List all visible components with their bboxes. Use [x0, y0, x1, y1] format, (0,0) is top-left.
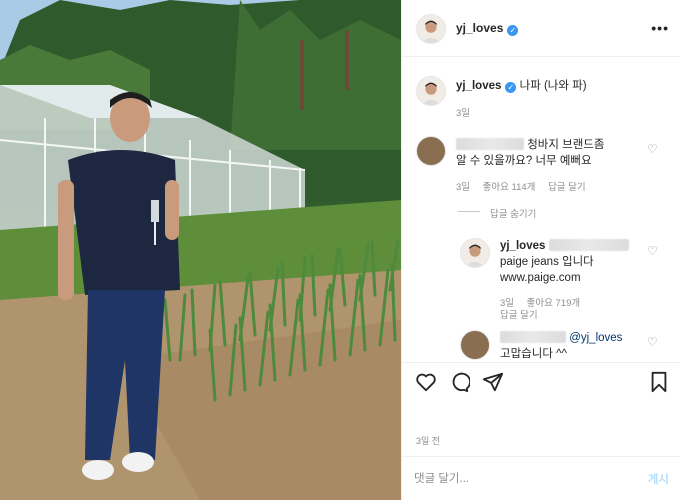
post-date: 3일 전 [416, 436, 441, 446]
caption-time: 3일 [456, 108, 471, 119]
comment-like-heart-icon[interactable]: ♡ [647, 142, 658, 156]
author-avatar[interactable] [416, 14, 446, 44]
verified-badge-icon: ✓ [505, 82, 517, 93]
hide-replies-button[interactable]: 답글 숨기기 [490, 206, 536, 220]
author-username[interactable]: yj_loves ✓ [456, 21, 519, 36]
reply-author-avatar[interactable] [460, 238, 490, 268]
reply-1-reply[interactable]: 답글 달기 [500, 307, 538, 321]
post-photo [0, 0, 401, 500]
comment-1: 청바지 브랜드좀 알 수 있을까요? 너무 예뻐요 [456, 137, 606, 169]
comment-1-time: 3일 [456, 182, 471, 193]
post-comment-button[interactable]: 게시 [648, 471, 669, 487]
caption-username[interactable]: yj_loves [456, 80, 501, 92]
comment-1-reply[interactable]: 답글 달기 [548, 182, 586, 193]
comments-list: yj_loves ✓ 나파 (나와 파) 3일 청바지 브랜드좀 알 수 있을까요… [402, 58, 680, 360]
caption: yj_loves ✓ 나파 (나와 파) [456, 78, 587, 94]
share-icon[interactable] [482, 371, 504, 393]
comment-1-likes[interactable]: 좋아요 114개 [483, 182, 536, 193]
reply-1-link[interactable]: www.paige.com [500, 270, 640, 286]
reply-2-like-heart-icon[interactable]: ♡ [647, 335, 658, 349]
reply-2-mention[interactable]: @yj_loves [569, 332, 622, 344]
reply-2: @yj_loves 고맙습니다 ^^ [500, 330, 650, 360]
comment-input[interactable] [414, 469, 614, 489]
photo-illustration [0, 0, 401, 500]
blurred-username [500, 331, 566, 343]
comment-composer: 게시 [402, 456, 680, 500]
caption-author-avatar[interactable] [416, 76, 446, 106]
verified-badge-icon: ✓ [507, 25, 519, 36]
comment-icon[interactable] [448, 371, 470, 393]
replies-divider [458, 211, 480, 212]
caption-text: 나파 (나와 파) [519, 80, 587, 92]
blurred-username [456, 138, 524, 150]
reply-1-username[interactable]: yj_loves [500, 240, 545, 252]
reply-2-avatar[interactable] [460, 330, 490, 360]
reply-1: yj_loves paige jeans 입니다 www.paige.com [500, 238, 640, 286]
more-icon[interactable]: ••• [651, 20, 669, 36]
comment-1-meta: 3일 좋아요 114개 답글 달기 [456, 179, 596, 193]
post-actions [402, 362, 680, 408]
reply-1-text-line1: paige jeans 입니다 [500, 256, 594, 268]
heart-icon[interactable] [415, 371, 437, 393]
reply-2-text: 고맙습니다 ^^ [500, 348, 567, 360]
commenter-avatar[interactable] [416, 136, 446, 166]
post-detail-panel: yj_loves ✓ ••• yj_loves ✓ 나파 (나와 파) 3일 청바지… [401, 0, 680, 500]
bookmark-icon[interactable] [648, 371, 670, 393]
reply-like-heart-icon[interactable]: ♡ [647, 244, 658, 258]
blurred-mention [548, 239, 629, 251]
post-header: yj_loves ✓ ••• [402, 0, 680, 57]
